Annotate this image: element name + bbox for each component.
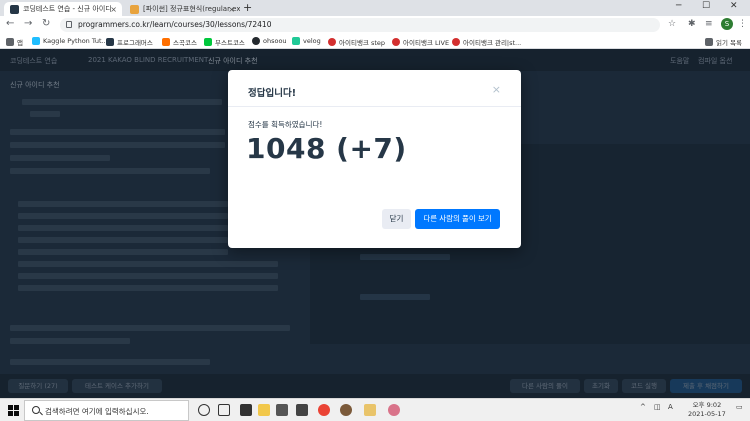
- bookmark-label: 아이티뱅크 관리|st...: [463, 39, 522, 47]
- bookmark-label: Kaggle Python Tut...: [43, 37, 108, 45]
- extensions-icon[interactable]: ✱: [688, 19, 696, 29]
- close-window-icon[interactable]: ✕: [730, 1, 738, 11]
- bookmark-boostcourse[interactable]: 부스트코스: [204, 37, 245, 47]
- search-icon: [32, 406, 40, 414]
- result-modal: 정답입니다! × 점수를 획득하였습니다! 1048 (+7) 닫기 다른 사람…: [228, 70, 521, 248]
- task-view-icon[interactable]: [218, 404, 230, 416]
- bookmark-star-icon[interactable]: ☆: [668, 19, 676, 29]
- forward-icon[interactable]: →: [24, 18, 32, 29]
- file-explorer-icon[interactable]: [258, 404, 270, 416]
- minimize-icon[interactable]: ─: [676, 1, 681, 11]
- bookmark-itbank-live[interactable]: 아이티뱅크 LIVE: [392, 37, 449, 47]
- app-icon[interactable]: [276, 404, 288, 416]
- network-icon[interactable]: ◫: [654, 403, 661, 411]
- media-icon[interactable]: ≡: [705, 19, 713, 29]
- app-icon[interactable]: [388, 404, 400, 416]
- bookmark-skocos[interactable]: 스곡코스: [162, 37, 197, 47]
- tab-close-icon[interactable]: ×: [228, 5, 235, 14]
- bookmark-apps[interactable]: 앱: [6, 37, 23, 47]
- reload-icon[interactable]: ↻: [42, 18, 50, 29]
- github-icon: [252, 37, 260, 45]
- bookmark-velog[interactable]: velog: [292, 37, 321, 45]
- lock-icon: [66, 21, 72, 28]
- bookmarks-bar: 앱 Kaggle Python Tut... 프로그래머스 스곡코스 부스트코스…: [0, 34, 750, 49]
- taskbar: 검색하려면 여기에 입력하십시오. ^ ◫ A 오후 9:02 2021-05-…: [0, 398, 750, 421]
- close-button[interactable]: 닫기: [382, 209, 411, 229]
- close-icon[interactable]: ×: [492, 83, 501, 96]
- bookmark-label: velog: [303, 37, 321, 45]
- bookmark-label: ohsoou: [263, 37, 287, 45]
- notification-icon[interactable]: ▭: [736, 403, 743, 411]
- search-placeholder: 검색하려면 여기에 입력하십시오.: [45, 407, 149, 416]
- modal-divider: [228, 106, 521, 107]
- bookmark-label: 스곡코스: [173, 39, 197, 47]
- bookmark-github[interactable]: ohsoou: [252, 37, 287, 45]
- cortana-icon[interactable]: [198, 404, 210, 416]
- bookmark-itbank-step[interactable]: 아이티뱅크 step: [328, 37, 385, 47]
- new-tab-button[interactable]: +: [243, 1, 252, 14]
- bookmark-programmers[interactable]: 프로그래머스: [106, 37, 153, 47]
- score-display: 1048 (+7): [246, 132, 407, 165]
- reading-list-label: 읽기 목록: [716, 39, 742, 47]
- bookmark-label: 앱: [17, 39, 23, 47]
- address-bar: ← → ↻ programmers.co.kr/learn/courses/30…: [0, 16, 750, 34]
- programmers-favicon-icon: [10, 4, 19, 14]
- tab-label: [파이썬] 정규표현식(regular exp: [143, 5, 240, 13]
- app-icon[interactable]: [240, 404, 252, 416]
- ime-indicator[interactable]: A: [668, 403, 673, 411]
- clock[interactable]: 오후 9:02 2021-05-17: [688, 401, 726, 419]
- itbank-icon: [328, 38, 336, 46]
- url-text: programmers.co.kr/learn/courses/30/lesso…: [78, 20, 272, 29]
- apps-grid-icon: [6, 38, 14, 46]
- bookmark-label: 아이티뱅크 LIVE: [403, 39, 450, 47]
- bookmark-label: 프로그래머스: [117, 39, 153, 47]
- app-icon[interactable]: [340, 404, 352, 416]
- tab-label: 코딩테스트 연습 - 신규 아이디: [23, 5, 112, 13]
- browser-tab[interactable]: [파이썬] 정규표현식(regular exp ×: [124, 2, 240, 16]
- profile-avatar[interactable]: S: [721, 18, 733, 30]
- maximize-icon[interactable]: ☐: [702, 1, 710, 11]
- blog-favicon-icon: [130, 4, 139, 14]
- browser-tab-active[interactable]: 코딩테스트 연습 - 신규 아이디 ×: [4, 2, 122, 16]
- modal-title: 정답입니다!: [248, 88, 297, 99]
- windows-start-icon[interactable]: [8, 405, 19, 416]
- kaggle-icon: [32, 37, 40, 45]
- bookmark-label: 아이티뱅크 step: [339, 39, 386, 47]
- tray-overflow-icon[interactable]: ^: [640, 403, 646, 411]
- chrome-icon[interactable]: [318, 404, 330, 416]
- app-icon[interactable]: [296, 404, 308, 416]
- bookmark-itbank-admin[interactable]: 아이티뱅크 관리|st...: [452, 37, 521, 47]
- itbank-icon: [392, 38, 400, 46]
- reading-list-icon: [705, 38, 713, 46]
- itbank-icon: [452, 38, 460, 46]
- reading-list[interactable]: 읽기 목록: [705, 37, 742, 47]
- clock-time: 오후 9:02: [692, 401, 722, 409]
- tab-close-icon[interactable]: ×: [110, 5, 117, 14]
- clock-date: 2021-05-17: [688, 410, 726, 418]
- bookmark-label: 부스트코스: [215, 39, 245, 47]
- skocos-icon: [162, 38, 170, 46]
- menu-icon[interactable]: ⋮: [738, 19, 747, 29]
- view-others-solutions-button[interactable]: 다른 사람의 풀이 보기: [415, 209, 500, 229]
- app-icon[interactable]: [364, 404, 376, 416]
- velog-icon: [292, 37, 300, 45]
- taskbar-search-input[interactable]: 검색하려면 여기에 입력하십시오.: [24, 400, 189, 421]
- tab-strip: 코딩테스트 연습 - 신규 아이디 × [파이썬] 정규표현식(regular …: [0, 0, 750, 16]
- modal-message: 점수를 획득하였습니다!: [248, 120, 323, 129]
- url-input[interactable]: programmers.co.kr/learn/courses/30/lesso…: [60, 18, 660, 32]
- back-icon[interactable]: ←: [6, 18, 14, 29]
- programmers-icon: [106, 38, 114, 46]
- boostcourse-icon: [204, 38, 212, 46]
- bookmark-kaggle[interactable]: Kaggle Python Tut...: [32, 37, 108, 45]
